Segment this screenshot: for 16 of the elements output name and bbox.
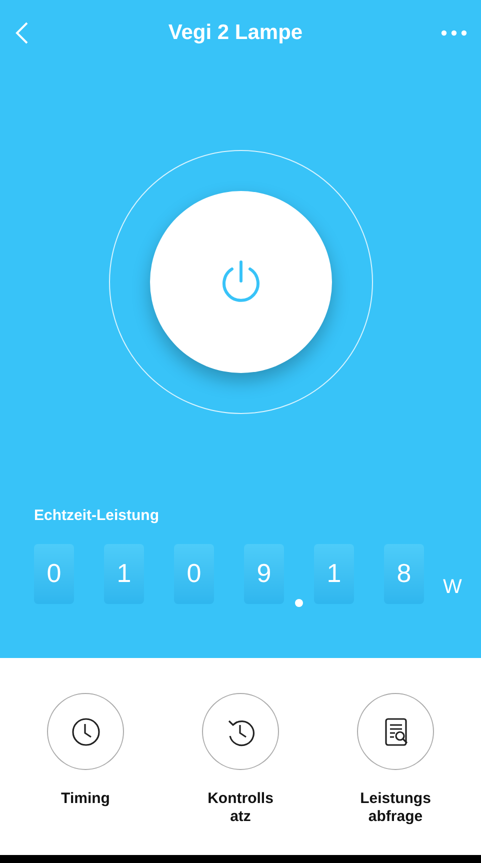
digit-tile: 1 bbox=[314, 544, 354, 604]
digit-tile: 0 bbox=[34, 544, 74, 604]
action-button[interactable] bbox=[47, 693, 124, 770]
digit-tile: 0 bbox=[174, 544, 214, 604]
power-label: Echtzeit-Leistung bbox=[34, 506, 160, 526]
action-label: Kontrolls atz bbox=[206, 790, 274, 826]
digit-tile: 9 bbox=[244, 544, 284, 604]
digit-tile: 1 bbox=[104, 544, 144, 604]
action-button[interactable] bbox=[357, 693, 434, 770]
action-label: Leistungs abfrage bbox=[359, 790, 432, 826]
unit-label: W bbox=[443, 574, 462, 600]
decimal-point bbox=[295, 598, 303, 606]
digit-tile: 8 bbox=[384, 544, 424, 604]
clock-icon bbox=[70, 716, 102, 748]
action-label: Timing bbox=[60, 790, 111, 808]
screen-title: Vegi 2 Lampe bbox=[168, 20, 303, 46]
